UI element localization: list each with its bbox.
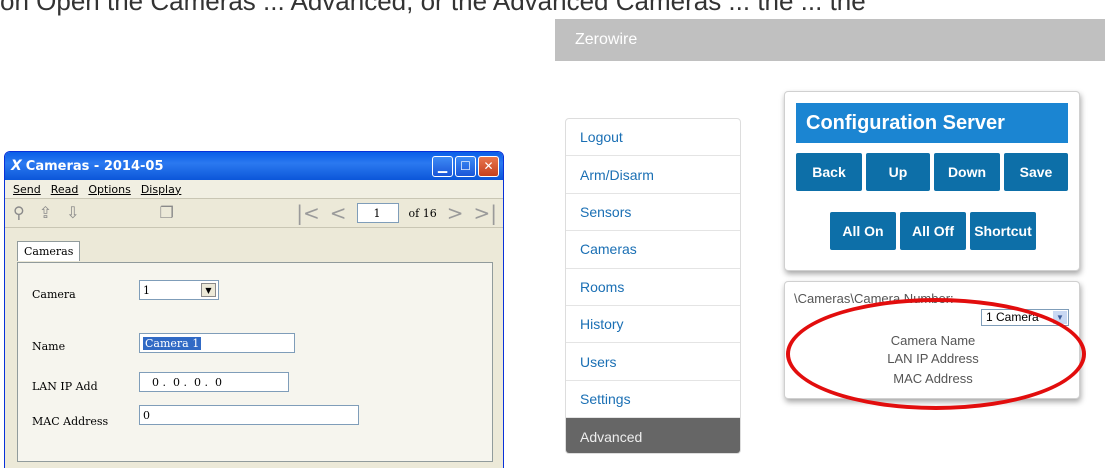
cameras-tab-panel: Camera 1 ▼ Name Camera 1 LAN IP Add 0 . … bbox=[17, 262, 493, 462]
zerowire-sidebar: Logout Arm/Disarm Sensors Cameras Rooms … bbox=[565, 118, 741, 454]
name-label: Name bbox=[32, 340, 66, 353]
up-button[interactable]: Up bbox=[866, 153, 930, 191]
shortcut-button[interactable]: Shortcut bbox=[970, 212, 1036, 250]
sidebar-item-logout[interactable]: Logout bbox=[566, 119, 740, 157]
menu-send[interactable]: Send bbox=[13, 183, 41, 196]
sidebar-item-cameras[interactable]: Cameras bbox=[566, 231, 740, 269]
prev-page-icon[interactable]: < bbox=[330, 201, 347, 225]
name-field-value: Camera 1 bbox=[143, 336, 202, 350]
lan-ip-label: LAN IP Add bbox=[32, 380, 98, 393]
app-x-icon: X bbox=[11, 158, 22, 174]
sidebar-item-settings[interactable]: Settings bbox=[566, 381, 740, 419]
sidebar-item-arm-disarm[interactable]: Arm/Disarm bbox=[566, 156, 740, 194]
dialog-menubar: Send Read Options Display bbox=[5, 180, 503, 198]
mac-address-label: MAC Address bbox=[32, 415, 109, 428]
dialog-title: Cameras - 2014-05 bbox=[25, 158, 164, 174]
copy-icon[interactable]: ❐ bbox=[160, 203, 174, 223]
page-count: of 16 bbox=[408, 206, 437, 220]
upload-icon[interactable]: ⇪ bbox=[39, 203, 52, 223]
last-page-icon[interactable]: >| bbox=[474, 201, 498, 225]
lan-ip-field[interactable]: 0 . 0 . 0 . 0 bbox=[139, 372, 289, 392]
back-button[interactable]: Back bbox=[796, 153, 862, 191]
config-server-card: Configuration Server Back Up Down Save A… bbox=[784, 91, 1080, 271]
first-page-icon[interactable]: |< bbox=[296, 201, 320, 225]
sidebar-item-sensors[interactable]: Sensors bbox=[566, 194, 740, 232]
menu-display[interactable]: Display bbox=[141, 183, 182, 196]
all-off-button[interactable]: All Off bbox=[900, 212, 966, 250]
tab-cameras[interactable]: Cameras bbox=[17, 241, 81, 261]
camera-select-value: 1 bbox=[143, 283, 150, 297]
zerowire-header: Zerowire bbox=[555, 19, 1105, 61]
cameras-dialog-window: X Cameras - 2014-05 ▁ ☐ ✕ Send Read Opti… bbox=[4, 151, 504, 468]
sidebar-item-history[interactable]: History bbox=[566, 306, 740, 344]
search-icon[interactable]: ⚲ bbox=[13, 203, 25, 223]
download-icon[interactable]: ⇩ bbox=[66, 203, 79, 223]
sidebar-item-users[interactable]: Users bbox=[566, 343, 740, 381]
camera-label: Camera bbox=[32, 288, 76, 301]
down-button[interactable]: Down bbox=[934, 153, 1000, 191]
next-page-icon[interactable]: > bbox=[447, 201, 464, 225]
sidebar-item-rooms[interactable]: Rooms bbox=[566, 269, 740, 306]
page-number-input[interactable]: 1 bbox=[356, 203, 399, 223]
panel-title: Configuration Server bbox=[796, 103, 1068, 143]
menu-read[interactable]: Read bbox=[51, 183, 79, 196]
cropped-instruction-text: on Open the Cameras ... Advanced, or the… bbox=[0, 0, 866, 16]
minimize-button[interactable]: ▁ bbox=[432, 155, 453, 177]
sidebar-item-advanced[interactable]: Advanced bbox=[566, 418, 740, 453]
dialog-titlebar[interactable]: X Cameras - 2014-05 ▁ ☐ ✕ bbox=[5, 152, 503, 180]
all-on-button[interactable]: All On bbox=[830, 212, 896, 250]
menu-options[interactable]: Options bbox=[88, 183, 130, 196]
chevron-down-icon[interactable]: ▼ bbox=[201, 283, 216, 297]
save-button[interactable]: Save bbox=[1004, 153, 1068, 191]
highlight-oval-annotation bbox=[786, 298, 1086, 410]
mac-address-field[interactable]: 0 bbox=[139, 405, 359, 425]
dialog-toolbar: ⚲ ⇪ ⇩ ❐ |< < 1 of 16 > >| bbox=[5, 198, 503, 228]
close-button[interactable]: ✕ bbox=[478, 155, 499, 177]
maximize-button[interactable]: ☐ bbox=[455, 155, 476, 177]
camera-select[interactable]: 1 ▼ bbox=[139, 280, 219, 300]
name-field[interactable]: Camera 1 bbox=[139, 333, 295, 353]
